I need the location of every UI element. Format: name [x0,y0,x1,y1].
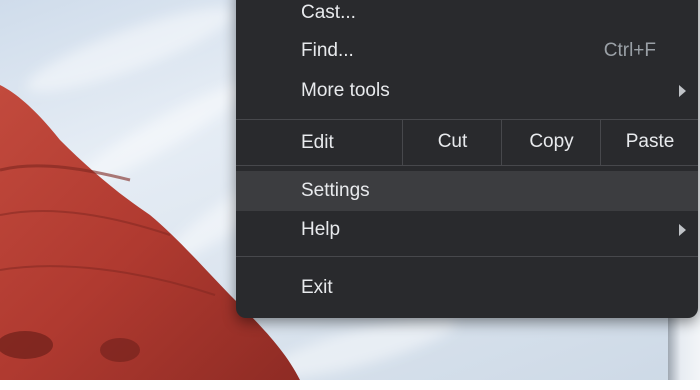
menu-item-label: Help [301,219,341,240]
menu-item-label: Settings [301,180,370,201]
menu-item-exit[interactable]: Exit [236,268,698,308]
menu-item-find[interactable]: Find... Ctrl+F [236,31,698,71]
menu-item-settings[interactable]: Settings [236,171,698,211]
submenu-arrow-icon [679,85,686,97]
menu-item-label: More tools [301,80,390,101]
shortcut-label: Ctrl+F [603,40,656,61]
submenu-arrow-icon [679,224,686,236]
cut-button[interactable]: Cut [402,119,502,165]
menu-separator [236,256,698,257]
cut-label: Cut [437,131,468,152]
edit-row: Edit Cut Copy Paste [236,119,698,165]
edit-label: Edit [301,132,334,153]
copy-button[interactable]: Copy [501,119,601,165]
menu-item-more-tools[interactable]: More tools [236,71,698,111]
menu-item-help[interactable]: Help [236,210,698,250]
paste-label: Paste [625,131,675,152]
context-menu: Cast... Find... Ctrl+F More tools Edit C… [236,0,698,318]
menu-separator [236,165,698,166]
copy-label: Copy [529,131,574,152]
menu-item-label: Find... [301,40,354,61]
paste-button[interactable]: Paste [600,119,699,165]
menu-item-label: Cast... [301,2,356,23]
menu-item-label: Exit [301,277,333,298]
menu-item-cast[interactable]: Cast... [236,0,698,33]
